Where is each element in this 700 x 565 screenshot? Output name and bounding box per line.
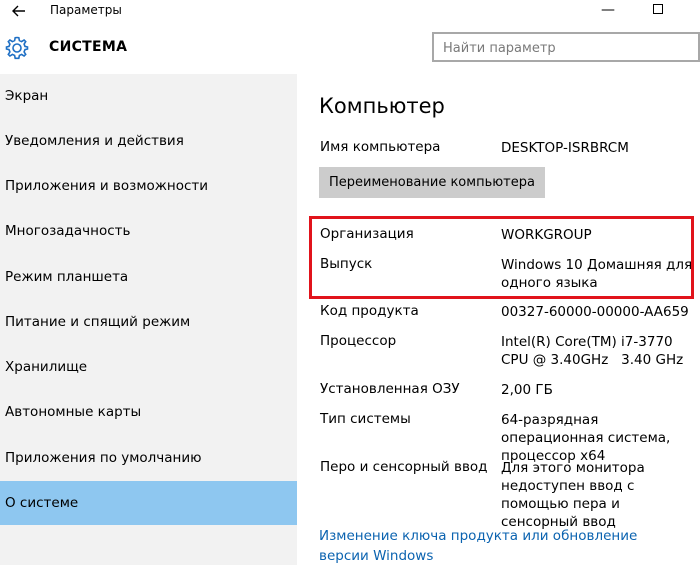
- sidebar-item-default-apps[interactable]: Приложения по умолчанию: [0, 436, 297, 480]
- organization-value: WORKGROUP: [501, 227, 592, 243]
- edition-value: Windows 10 Домашняя для одного языка: [501, 257, 693, 291]
- ram-label: Установленная ОЗУ: [320, 381, 460, 397]
- app-title: Параметры: [50, 3, 122, 17]
- sidebar-item-offline-maps[interactable]: Автономные карты: [0, 390, 297, 434]
- rename-computer-button[interactable]: Переименование компьютера: [319, 167, 545, 198]
- processor-label: Процессор: [320, 333, 397, 349]
- system-type-value: 64-разрядная операционная система, проце…: [501, 412, 671, 464]
- computer-name-value: DESKTOP-ISRBRCM: [501, 140, 629, 156]
- sidebar-item-power-sleep[interactable]: Питание и спящий режим: [0, 300, 297, 344]
- computer-name-label: Имя компьютера: [320, 139, 441, 155]
- pen-touch-label: Перо и сенсорный ввод: [320, 459, 488, 475]
- organization-label: Организация: [320, 226, 414, 242]
- system-type-label: Тип системы: [320, 411, 411, 427]
- sidebar-item-apps-features[interactable]: Приложения и возможности: [0, 164, 297, 208]
- gear-icon: [5, 36, 29, 60]
- search-input[interactable]: [443, 38, 683, 58]
- header: СИСТЕМА: [0, 22, 700, 74]
- sidebar-item-tablet-mode[interactable]: Режим планшета: [0, 255, 297, 299]
- maximize-icon: [653, 4, 663, 14]
- page-title: Компьютер: [319, 94, 445, 118]
- section-title: СИСТЕМА: [49, 39, 128, 55]
- back-arrow-icon[interactable]: [8, 0, 30, 22]
- product-id-label: Код продукта: [320, 303, 419, 319]
- sidebar-item-notifications[interactable]: Уведомления и действия: [0, 119, 297, 163]
- main-content: Компьютер Имя компьютера DESKTOP-ISRBRCM…: [297, 74, 700, 565]
- sidebar: Экран Уведомления и действия Приложения …: [0, 74, 297, 565]
- sidebar-item-screen[interactable]: Экран: [0, 74, 297, 118]
- sidebar-item-storage[interactable]: Хранилище: [0, 345, 297, 389]
- edition-label: Выпуск: [320, 256, 373, 272]
- title-bar: Параметры —: [0, 0, 700, 22]
- sidebar-item-multitasking[interactable]: Многозадачность: [0, 209, 297, 253]
- search-box[interactable]: [432, 32, 700, 62]
- sidebar-item-about[interactable]: О системе: [0, 481, 297, 525]
- ram-value: 2,00 ГБ: [501, 382, 553, 398]
- maximize-button[interactable]: [638, 0, 678, 22]
- product-id-value: 00327-60000-00000-AA659: [501, 304, 689, 320]
- processor-value: Intel(R) Core(TM) i7-3770 CPU @ 3.40GHz …: [501, 334, 684, 368]
- change-product-key-link[interactable]: Изменение ключа продукта или обновление …: [319, 526, 689, 565]
- minimize-button[interactable]: —: [588, 0, 628, 22]
- pen-touch-value: Для этого монитора недоступен ввод с пом…: [501, 460, 645, 530]
